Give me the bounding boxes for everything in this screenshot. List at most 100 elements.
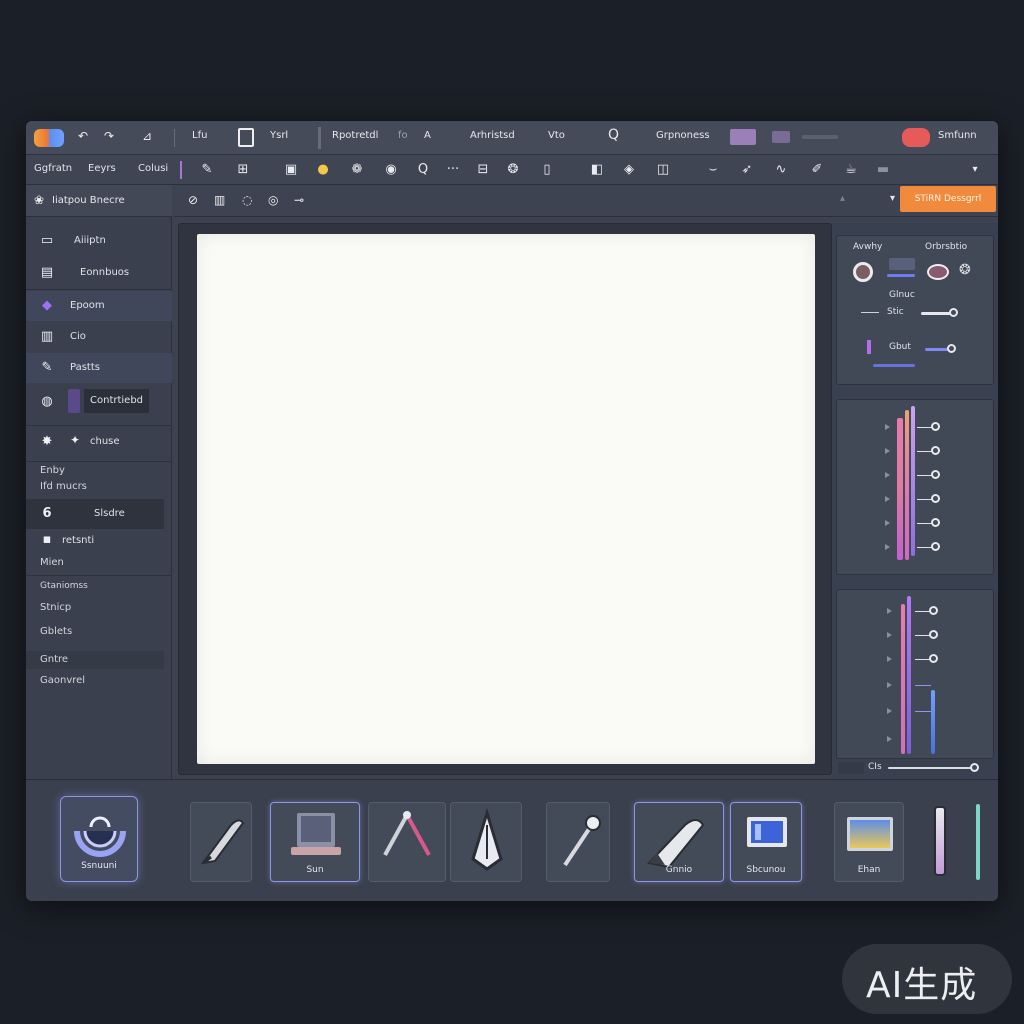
menu-item-5[interactable]: A — [424, 130, 431, 141]
brush-preview-icon[interactable] — [853, 262, 873, 282]
toolbar-divider — [180, 161, 182, 179]
window-icon[interactable]: ◫ — [654, 161, 672, 179]
slider-knob[interactable] — [970, 763, 979, 772]
primary-action-button[interactable]: STiRN Dessgrrl — [900, 186, 996, 212]
cup-icon[interactable]: ☕ — [842, 161, 860, 179]
level-knob[interactable] — [931, 494, 940, 503]
panel-icon[interactable]: ▣ — [282, 161, 300, 179]
layout-icon[interactable]: ⊟ — [474, 161, 492, 179]
more-icon[interactable]: ··· — [444, 161, 462, 179]
toolbar-label-2[interactable]: Eeyrs — [88, 163, 116, 174]
sidebar-item-1[interactable]: ▭ Aiiiptn — [26, 226, 172, 256]
shape-icon[interactable]: ◈ — [620, 161, 638, 179]
sidebar-item-6[interactable]: ◍ Contrtiebd — [26, 387, 172, 417]
footer-slider[interactable] — [888, 767, 976, 769]
brush-tool-button[interactable] — [546, 802, 610, 882]
sub-slider[interactable] — [873, 364, 915, 367]
ruler-icon[interactable]: ▬ — [874, 161, 892, 179]
contrast-icon[interactable]: ◧ — [588, 161, 606, 179]
measure-icon[interactable]: ⊿ — [142, 129, 152, 143]
folder-icon[interactable] — [730, 129, 756, 145]
level-knob[interactable] — [929, 606, 938, 615]
divider — [26, 575, 172, 576]
level-tick — [885, 520, 890, 526]
curve-icon[interactable]: ⌣ — [704, 161, 722, 179]
user-avatar[interactable] — [902, 128, 930, 147]
pin-icon[interactable]: ⊸ — [294, 193, 304, 207]
grid-icon[interactable]: ⊞ — [234, 161, 252, 179]
gear-icon[interactable]: ❂ — [959, 262, 971, 278]
brush-icon[interactable]: ✐ — [808, 161, 826, 179]
eye-icon[interactable]: ◉ — [382, 161, 400, 179]
toolbar-label-3[interactable]: Colusi — [138, 163, 168, 174]
menu-item-3[interactable]: Rpotretdl — [332, 130, 378, 141]
link-icon[interactable]: ⊘ — [188, 193, 198, 207]
window-controls-icon[interactable] — [802, 135, 838, 139]
target-icon[interactable]: ◎ — [268, 193, 278, 207]
layers-icon[interactable] — [772, 131, 790, 143]
wave-icon[interactable]: ∿ — [772, 161, 790, 179]
eye-icon[interactable] — [927, 264, 949, 280]
brand-button[interactable]: Ssnuuni — [60, 796, 138, 882]
scroll-indicator[interactable] — [976, 804, 980, 880]
menu-item-4[interactable]: fo — [398, 130, 408, 141]
level-knob[interactable] — [931, 422, 940, 431]
sidebar-item-2[interactable]: ▤ Eonnbuos — [26, 258, 172, 288]
sidebar-item-9[interactable]: ▪ retsnti — [26, 531, 172, 551]
pen-icon[interactable]: ✎ — [198, 161, 216, 179]
level-knob[interactable] — [929, 654, 938, 663]
stylus-tool-button[interactable] — [932, 802, 948, 882]
redo-icon[interactable]: ↷ — [104, 129, 114, 143]
undo-icon[interactable]: ↶ — [78, 129, 88, 143]
frame-icon[interactable] — [238, 128, 254, 147]
sidebar-item-8[interactable]: 6 Slsdre — [26, 499, 164, 529]
group-label: Gntre — [40, 654, 69, 665]
pen-tool-button[interactable] — [190, 802, 252, 882]
brand-caption: Ssnuuni — [81, 861, 117, 871]
toolbar-label-1[interactable]: Ggfratn — [34, 163, 72, 174]
sidebar-item-7[interactable]: ✸ ✦ chuse — [26, 427, 172, 457]
arrow-icon[interactable]: ➶ — [738, 161, 756, 179]
marker-tool-button[interactable]: Gnnio — [634, 802, 724, 882]
menu-item-1[interactable]: Lfu — [192, 130, 207, 141]
level-knob[interactable] — [931, 470, 940, 479]
menu-item-7[interactable]: Vto — [548, 130, 565, 141]
chevron-down-icon[interactable]: ▾ — [890, 193, 895, 204]
tablet-tool-button[interactable]: Sun — [270, 802, 360, 882]
color-dot-icon[interactable]: ● — [314, 161, 332, 179]
settings-icon[interactable]: ❂ — [504, 161, 522, 179]
chevron-down-icon[interactable]: ▾ — [966, 161, 984, 179]
sidebar-item-label: Eonnbuos — [80, 267, 130, 278]
menu-item-2[interactable]: Ysrl — [270, 130, 288, 141]
gear-icon[interactable]: ❁ — [348, 161, 366, 179]
compass-tool-button[interactable] — [368, 802, 446, 882]
menu-item-9[interactable]: Grpnoness — [656, 130, 710, 141]
drawing-canvas[interactable] — [197, 234, 815, 764]
lasso-icon[interactable]: ◌ — [242, 193, 252, 207]
page-icon[interactable]: ▯ — [538, 161, 556, 179]
left-panel-header: ❀ Iiatpou Bnecre — [26, 185, 172, 217]
slider-knob[interactable] — [947, 344, 956, 353]
monitor-tool-button[interactable]: Sbcunou — [730, 802, 802, 882]
level-knob[interactable] — [931, 518, 940, 527]
brush-slider[interactable] — [887, 274, 915, 277]
menu-item-6[interactable]: Arhristsd — [470, 130, 515, 141]
mini-slider-1[interactable] — [889, 258, 915, 270]
app-logo-icon[interactable] — [34, 129, 64, 147]
nib-tool-button[interactable] — [450, 802, 522, 882]
search-icon[interactable]: Q — [608, 127, 619, 143]
sidebar-item-4[interactable]: ▥ Cio — [26, 322, 172, 352]
zoom-icon[interactable]: Q — [414, 161, 432, 179]
level-knob[interactable] — [931, 446, 940, 455]
chevron-up-icon[interactable]: ▴ — [840, 193, 845, 204]
sidebar-item-3[interactable]: ◆ Epoom — [26, 291, 172, 321]
group-label: Mien — [40, 557, 64, 568]
sidebar-item-5[interactable]: ✎ Pastts — [26, 353, 172, 383]
user-name[interactable]: Smfunn — [938, 130, 977, 141]
display-tool-button[interactable]: Ehan — [834, 802, 904, 882]
level-tick — [887, 708, 892, 714]
level-knob[interactable] — [929, 630, 938, 639]
columns-icon[interactable]: ▥ — [214, 193, 225, 207]
level-knob[interactable] — [931, 542, 940, 551]
slider-knob[interactable] — [949, 308, 958, 317]
